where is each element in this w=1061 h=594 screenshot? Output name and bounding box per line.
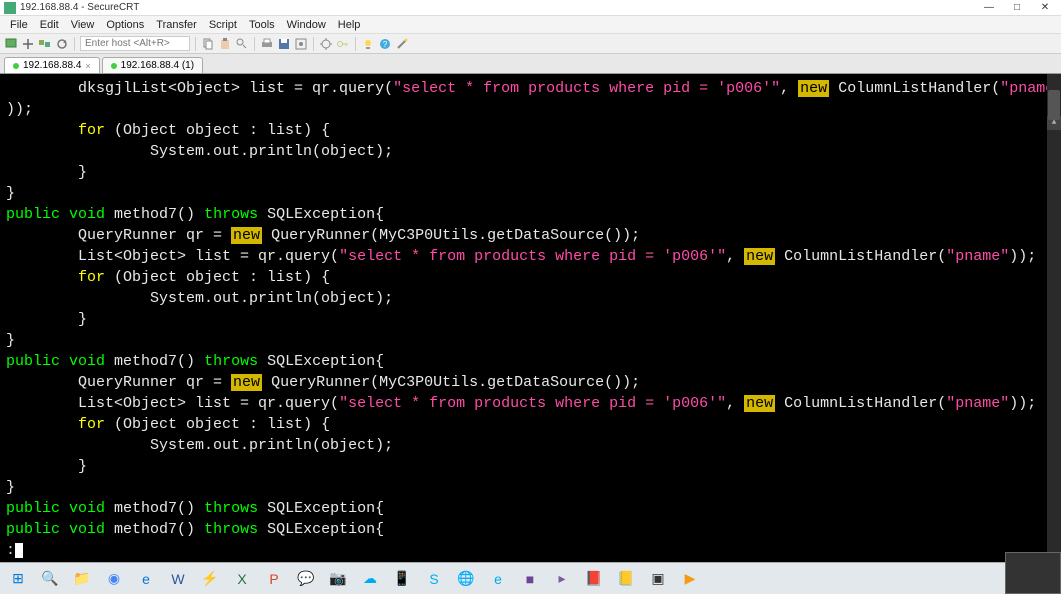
- code-line: QueryRunner qr = new QueryRunner(MyC3P0U…: [6, 225, 1055, 246]
- menu-view[interactable]: View: [65, 19, 101, 31]
- code-line: System.out.println(object);: [6, 141, 1055, 162]
- prompt-line: :: [6, 540, 1055, 561]
- copy-icon[interactable]: [201, 37, 215, 51]
- taskbar: ⊞🔍📁◉eW⚡XP💬📷☁📱S🌐e■▸📕📒▣▶: [0, 562, 1061, 594]
- chat-icon[interactable]: 💬: [292, 567, 320, 591]
- session-tab[interactable]: 192.168.88.4 (1): [102, 57, 203, 73]
- scrollbar[interactable]: ▲ ▼: [1047, 74, 1061, 566]
- close-button[interactable]: ✕: [1033, 2, 1057, 14]
- code-line: ));: [6, 99, 1055, 120]
- code-line: }: [6, 456, 1055, 477]
- code-line: System.out.println(object);: [6, 288, 1055, 309]
- browser-icon[interactable]: 🌐: [452, 567, 480, 591]
- maximize-button[interactable]: □: [1005, 2, 1029, 14]
- code-line: public void method7() throws SQLExceptio…: [6, 498, 1055, 519]
- tabbar: 192.168.88.4 × 192.168.88.4 (1): [0, 54, 1061, 74]
- code-line: public void method7() throws SQLExceptio…: [6, 519, 1055, 540]
- ie-icon[interactable]: e: [484, 567, 512, 591]
- webcam-overlay: [1005, 552, 1061, 594]
- menu-tools[interactable]: Tools: [243, 19, 281, 31]
- pdf-icon[interactable]: 📕: [580, 567, 608, 591]
- scrollbar-thumb[interactable]: [1048, 90, 1060, 120]
- paste-icon[interactable]: [218, 37, 232, 51]
- status-dot-icon: [111, 63, 117, 69]
- code-line: List<Object> list = qr.query("select * f…: [6, 393, 1055, 414]
- print-icon[interactable]: [260, 37, 274, 51]
- excel-icon[interactable]: X: [228, 567, 256, 591]
- toolbar-separator: [313, 37, 314, 51]
- menu-options[interactable]: Options: [100, 19, 150, 31]
- purple-icon[interactable]: ■: [516, 567, 544, 591]
- toolbar-separator: [195, 37, 196, 51]
- key-icon[interactable]: [336, 37, 350, 51]
- chrome-icon[interactable]: ◉: [100, 567, 128, 591]
- phone-icon[interactable]: 📱: [388, 567, 416, 591]
- word-icon[interactable]: W: [164, 567, 192, 591]
- code-line: for (Object object : list) {: [6, 414, 1055, 435]
- titlebar: 192.168.88.4 - SecureCRT — □ ✕: [0, 0, 1061, 16]
- window-title: 192.168.88.4 - SecureCRT: [20, 2, 977, 13]
- reconnect-icon[interactable]: [55, 37, 69, 51]
- code-line: }: [6, 477, 1055, 498]
- minimize-button[interactable]: —: [977, 2, 1001, 14]
- vs-icon[interactable]: ▸: [548, 567, 576, 591]
- svg-text:?: ?: [383, 40, 388, 49]
- tab-label: 192.168.88.4 (1): [121, 60, 194, 71]
- menu-help[interactable]: Help: [332, 19, 367, 31]
- quick-connect-icon[interactable]: [21, 37, 35, 51]
- explorer-icon[interactable]: 📁: [68, 567, 96, 591]
- start-icon[interactable]: ⊞: [4, 567, 32, 591]
- menu-edit[interactable]: Edit: [34, 19, 65, 31]
- camera-icon[interactable]: 📷: [324, 567, 352, 591]
- options-icon[interactable]: [294, 37, 308, 51]
- app-icon: [4, 2, 16, 14]
- find-icon[interactable]: [235, 37, 249, 51]
- code-line: QueryRunner qr = new QueryRunner(MyC3P0U…: [6, 372, 1055, 393]
- cursor: [15, 543, 23, 558]
- notes-icon[interactable]: 📒: [612, 567, 640, 591]
- cloud-icon[interactable]: ☁: [356, 567, 384, 591]
- tab-close-icon[interactable]: ×: [85, 61, 90, 71]
- menu-script[interactable]: Script: [203, 19, 243, 31]
- code-line: }: [6, 183, 1055, 204]
- tab-label: 192.168.88.4: [23, 60, 81, 71]
- toolbar-separator: [254, 37, 255, 51]
- skype-icon[interactable]: S: [420, 567, 448, 591]
- lightning-icon[interactable]: ⚡: [196, 567, 224, 591]
- menu-file[interactable]: File: [4, 19, 34, 31]
- light-icon[interactable]: [361, 37, 375, 51]
- help-icon[interactable]: ?: [378, 37, 392, 51]
- code-line: }: [6, 309, 1055, 330]
- status-dot-icon: [13, 63, 19, 69]
- host-input[interactable]: [80, 36, 190, 51]
- code-line: public void method7() throws SQLExceptio…: [6, 351, 1055, 372]
- menubar: FileEditViewOptionsTransferScriptToolsWi…: [0, 16, 1061, 34]
- code-line: System.out.println(object);: [6, 435, 1055, 456]
- terminal-icon[interactable]: ▣: [644, 567, 672, 591]
- search-icon[interactable]: 🔍: [36, 567, 64, 591]
- toolbar: ?: [0, 34, 1061, 54]
- code-line: }: [6, 330, 1055, 351]
- menu-window[interactable]: Window: [281, 19, 332, 31]
- code-line: public void method7() throws SQLExceptio…: [6, 204, 1055, 225]
- session-tab[interactable]: 192.168.88.4 ×: [4, 57, 100, 73]
- menu-transfer[interactable]: Transfer: [150, 19, 203, 31]
- settings-icon[interactable]: [319, 37, 333, 51]
- powerpoint-icon[interactable]: P: [260, 567, 288, 591]
- media-icon[interactable]: ▶: [676, 567, 704, 591]
- edge-icon[interactable]: e: [132, 567, 160, 591]
- code-line: for (Object object : list) {: [6, 120, 1055, 141]
- save-icon[interactable]: [277, 37, 291, 51]
- toolbar-separator: [74, 37, 75, 51]
- wizard-icon[interactable]: [395, 37, 409, 51]
- code-line: for (Object object : list) {: [6, 267, 1055, 288]
- connect-icon[interactable]: [4, 37, 18, 51]
- code-line: List<Object> list = qr.query("select * f…: [6, 246, 1055, 267]
- code-line: }: [6, 162, 1055, 183]
- code-line: dksgjlList<Object> list = qr.query("sele…: [6, 78, 1055, 99]
- terminal[interactable]: dksgjlList<Object> list = qr.query("sele…: [0, 74, 1061, 566]
- toolbar-separator: [355, 37, 356, 51]
- sessions-icon[interactable]: [38, 37, 52, 51]
